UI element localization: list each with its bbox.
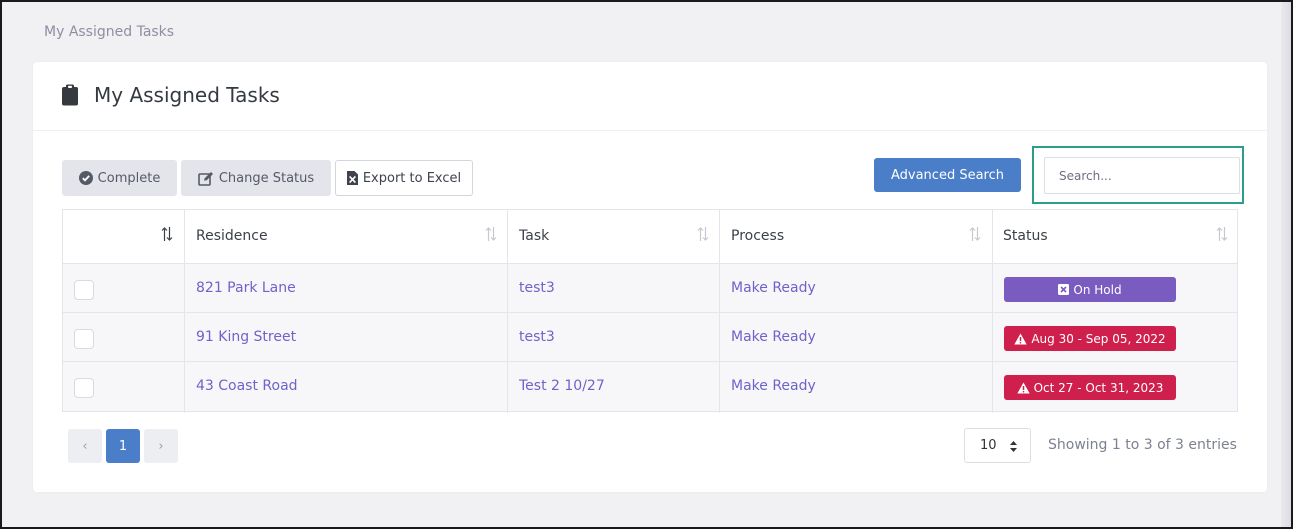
column-divider — [184, 210, 185, 413]
table-row: 91 King Street test3 Make Ready Aug 30 -… — [63, 313, 1237, 362]
column-header-task[interactable]: Task — [519, 228, 549, 244]
tasks-table: Residence Task Process Status 821 Park L… — [62, 209, 1238, 413]
sort-icon[interactable] — [1216, 226, 1228, 242]
residence-link[interactable]: 821 Park Lane — [196, 280, 296, 296]
x-square-icon — [1058, 284, 1070, 295]
residence-link[interactable]: 91 King Street — [196, 329, 296, 345]
page-title: My Assigned Tasks — [94, 83, 280, 107]
check-circle-icon — [78, 171, 93, 185]
tasks-card: My Assigned Tasks Complete Change Status… — [33, 62, 1267, 492]
search-highlight — [1032, 146, 1244, 204]
clipboard-icon — [62, 84, 78, 106]
task-link[interactable]: test3 — [519, 329, 555, 345]
entries-info: Showing 1 to 3 of 3 entries — [1048, 437, 1237, 453]
scroll-gutter — [1281, 2, 1291, 527]
app-frame: My Assigned Tasks My Assigned Tasks Comp… — [0, 0, 1293, 529]
sort-icon[interactable] — [969, 226, 981, 242]
table-row: 821 Park Lane test3 Make Ready On Hold — [63, 264, 1237, 313]
task-link[interactable]: test3 — [519, 280, 555, 296]
warning-icon — [1014, 333, 1028, 344]
residence-link[interactable]: 43 Coast Road — [196, 378, 298, 394]
process-link[interactable]: Make Ready — [731, 280, 816, 296]
row-checkbox[interactable] — [74, 280, 94, 300]
page-size-value: 10 — [980, 438, 997, 453]
column-header-process[interactable]: Process — [731, 228, 784, 244]
column-divider — [719, 210, 720, 413]
sort-icon[interactable] — [485, 226, 497, 242]
column-header-residence[interactable]: Residence — [196, 228, 268, 244]
export-excel-button[interactable]: Export to Excel — [335, 160, 473, 196]
advanced-search-button[interactable]: Advanced Search — [874, 158, 1021, 192]
page-1-button[interactable]: 1 — [106, 429, 140, 463]
status-text: On Hold — [1073, 282, 1122, 297]
edit-icon — [198, 171, 213, 186]
column-divider — [507, 210, 508, 413]
row-checkbox[interactable] — [74, 378, 94, 398]
change-status-label: Change Status — [218, 170, 315, 186]
row-checkbox[interactable] — [74, 329, 94, 349]
warning-icon — [1016, 382, 1030, 393]
status-badge: On Hold — [1004, 277, 1176, 302]
status-text: Aug 30 - Sep 05, 2022 — [1031, 331, 1166, 346]
status-badge: Aug 30 - Sep 05, 2022 — [1004, 326, 1176, 351]
complete-label: Complete — [97, 170, 161, 186]
sort-icon[interactable] — [697, 226, 709, 242]
complete-button[interactable]: Complete — [62, 160, 177, 196]
column-header-status[interactable]: Status — [1003, 228, 1048, 244]
sort-icon[interactable] — [161, 226, 173, 242]
next-page-button[interactable]: › — [144, 429, 178, 463]
table-header: Residence Task Process Status — [63, 210, 1237, 264]
sort-caret-icon — [1010, 441, 1017, 452]
change-status-button[interactable]: Change Status — [181, 160, 331, 196]
excel-file-icon — [346, 171, 358, 185]
task-link[interactable]: Test 2 10/27 — [519, 378, 605, 394]
process-link[interactable]: Make Ready — [731, 378, 816, 394]
status-badge: Oct 27 - Oct 31, 2023 — [1004, 375, 1176, 400]
status-text: Oct 27 - Oct 31, 2023 — [1033, 380, 1164, 395]
table-row: 43 Coast Road Test 2 10/27 Make Ready Oc… — [63, 362, 1237, 411]
breadcrumb: My Assigned Tasks — [44, 24, 175, 40]
card-header: My Assigned Tasks — [33, 62, 1267, 131]
column-divider — [992, 210, 993, 413]
prev-page-button[interactable]: ‹ — [68, 429, 102, 463]
export-excel-label: Export to Excel — [362, 170, 462, 186]
search-input[interactable] — [1044, 157, 1240, 194]
process-link[interactable]: Make Ready — [731, 329, 816, 345]
page-size-select[interactable]: 10 — [964, 428, 1031, 463]
